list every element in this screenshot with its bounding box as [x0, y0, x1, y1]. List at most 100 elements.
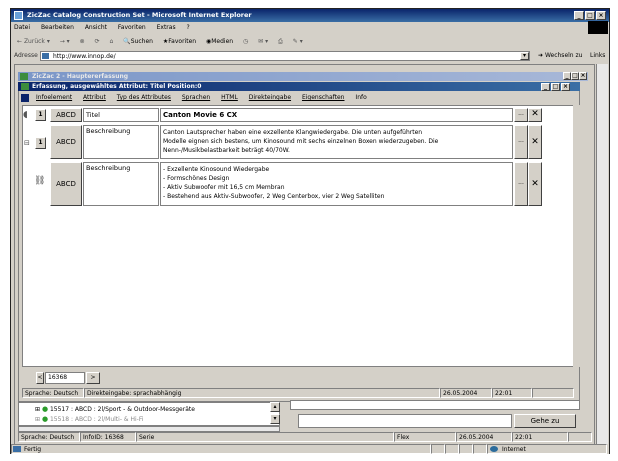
grid-scrollbar[interactable] — [573, 105, 581, 367]
ie-status-page-icon — [13, 446, 21, 452]
dialog-close-icon[interactable]: × — [561, 83, 570, 91]
row1-delete-icon[interactable]: ✕ — [528, 108, 542, 122]
goto-button[interactable]: Gehe zu — [514, 414, 576, 428]
row3-abcd-button[interactable]: ABCD — [50, 162, 82, 206]
status-flex: Flex — [394, 432, 456, 442]
row3-link-icon[interactable]: ⛓ — [34, 175, 46, 187]
links-label[interactable]: Links — [590, 51, 605, 61]
row3-line: - Formschönes Design — [163, 175, 230, 182]
tree-item-icon: ● — [41, 415, 49, 423]
menu-eigenschaften[interactable]: Eigenschaften — [302, 94, 345, 101]
row3-line: - Exzellente Kinosound Wiedergabe — [163, 166, 270, 173]
dialog-status-bar: Sprache: Deutsch Direkteingabe: sprachab… — [22, 388, 574, 398]
row1-ellipsis-button[interactable]: ... — [514, 108, 528, 122]
minimize-icon[interactable]: _ — [574, 11, 584, 20]
media-button[interactable]: ◉Medien — [203, 36, 236, 47]
edit-icon[interactable]: ✎ ▾ — [290, 36, 306, 47]
address-input[interactable]: http://www.innop.de/ — [40, 51, 530, 61]
row2-ellipsis-button[interactable]: ... — [514, 125, 528, 159]
row-indicator-icon: ◖ — [23, 110, 28, 120]
menu-favoriten[interactable]: Favoriten — [118, 24, 146, 31]
status-lang: Sprache: Deutsch — [18, 432, 80, 442]
menu-typ[interactable]: Typ des Attributes — [117, 94, 171, 101]
row3-ellipsis-button[interactable]: ... — [514, 162, 528, 206]
dialog-status-grip — [532, 388, 574, 398]
menu-datei[interactable]: Datei — [14, 24, 30, 31]
back-button[interactable]: ← Zurück ▾ — [14, 36, 53, 47]
menu-attribut[interactable]: Attribut — [83, 94, 106, 101]
row1-abcd-button[interactable]: ABCD — [50, 108, 82, 122]
print-icon[interactable]: ⎙ — [275, 36, 286, 47]
dialog-status-date: 26.05.2004 — [440, 388, 492, 398]
search-field[interactable] — [290, 400, 580, 410]
app-maximize-icon[interactable]: □ — [571, 72, 579, 80]
app-title: ZicZac 2 - Hauptererfassung — [32, 73, 129, 80]
row-expand-icon[interactable]: ⊟ — [24, 138, 31, 148]
menu-sprachen[interactable]: Sprachen — [182, 94, 210, 101]
search-button[interactable]: 🔍Suchen — [120, 36, 156, 47]
row1-value[interactable]: Canton Movie 6 CX — [160, 108, 513, 122]
ie-status-seg — [445, 444, 459, 454]
history-icon[interactable]: ◷ — [240, 36, 251, 47]
app-close-icon[interactable]: × — [579, 72, 587, 80]
go-button[interactable]: ➜ Wechseln zu — [538, 51, 582, 61]
menu-bearbeiten[interactable]: Bearbeiten — [41, 24, 74, 31]
row2-value[interactable]: Canton Lautsprecher haben eine exzellent… — [160, 125, 513, 159]
close-icon[interactable]: × — [596, 11, 606, 20]
menu-help[interactable]: ? — [187, 24, 190, 31]
goto-input[interactable] — [298, 414, 512, 428]
status-infoid: InfoID: 16368 — [80, 432, 136, 442]
tree-item-label: 15517 : ABCD : 2l/Sport - & Outdoor-Mess… — [49, 406, 195, 413]
ie-status-text: Fertig — [11, 444, 431, 454]
globe-icon — [490, 446, 498, 452]
ie-status-seg — [459, 444, 473, 454]
menu-html[interactable]: HTML — [221, 94, 238, 101]
dialog-status-time: 22:01 — [492, 388, 532, 398]
maximize-icon[interactable]: □ — [585, 11, 595, 20]
favorites-button[interactable]: ★Favoriten — [160, 36, 199, 47]
nav-prev-button[interactable]: < — [36, 372, 44, 384]
tree-item[interactable]: ⊞ ● 15517 : ABCD : 2l/Sport - & Outdoor-… — [35, 405, 195, 414]
tree-scroll-down[interactable]: ▾ — [270, 414, 280, 424]
page-scrollbar[interactable] — [596, 64, 608, 446]
dialog-title: Erfassung, ausgewähltes Attribut: Titel … — [32, 83, 202, 90]
windows-logo-icon — [588, 21, 608, 34]
row2-delete-icon[interactable]: ✕ — [528, 125, 542, 159]
menu-extras[interactable]: Extras — [157, 24, 176, 31]
ie-app-icon — [14, 11, 23, 20]
ie-status-bar: Fertig Internet — [11, 444, 609, 454]
forward-button[interactable]: → ▾ — [57, 36, 73, 47]
mail-icon[interactable]: ✉ ▾ — [255, 36, 271, 47]
row3-value[interactable]: - Exzellente Kinosound Wiedergabe - Form… — [160, 162, 513, 206]
nav-id-input[interactable]: 16368 — [45, 372, 85, 384]
refresh-icon[interactable]: ⟳ — [92, 36, 103, 47]
dialog-menu-bar: Infoelement Attribut Typ des Attributes … — [36, 93, 576, 103]
status-grip — [568, 432, 592, 442]
page-icon — [42, 53, 49, 59]
menu-direkteingabe[interactable]: Direkteingabe — [249, 94, 291, 101]
ie-status-seg — [473, 444, 487, 454]
row2-abcd-button[interactable]: ABCD — [50, 125, 82, 159]
dialog-status-direct: Direkteingabe: sprachabhängig — [84, 388, 440, 398]
row2-attr-button[interactable]: 1 — [35, 137, 46, 149]
row3-line: - Aktiv Subwoofer mit 16,5 cm Membran — [163, 184, 285, 191]
tree-scroll-up[interactable]: ▴ — [270, 402, 280, 412]
row3-delete-icon[interactable]: ✕ — [528, 162, 542, 206]
app-minimize-icon[interactable]: _ — [563, 72, 571, 80]
row1-attr-button[interactable]: 1 — [35, 109, 46, 121]
ie-title: ZicZac Catalog Construction Set - Micros… — [27, 11, 252, 19]
menu-infoelement[interactable]: Infoelement — [36, 94, 72, 101]
app-title-bar: ZicZac 2 - Hauptererfassung — [18, 72, 588, 81]
menu-ansicht[interactable]: Ansicht — [85, 24, 107, 31]
menu-info[interactable]: Info — [355, 94, 366, 101]
dialog-maximize-icon[interactable]: □ — [551, 83, 560, 91]
home-icon[interactable]: ⌂ — [107, 36, 117, 47]
status-serie: Serie — [136, 432, 394, 442]
nav-next-button[interactable]: > — [86, 372, 100, 384]
stop-icon[interactable]: ⊗ — [77, 36, 88, 47]
address-value: http://www.innop.de/ — [53, 53, 116, 60]
dialog-minimize-icon[interactable]: _ — [541, 83, 550, 91]
tree-item[interactable]: ⊞ ● 15518 : ABCD : 2l/Multi- & Hi-Fi — [35, 415, 144, 424]
ie-status-zone: Internet — [487, 444, 607, 454]
address-dropdown-icon[interactable]: ▾ — [520, 52, 529, 60]
